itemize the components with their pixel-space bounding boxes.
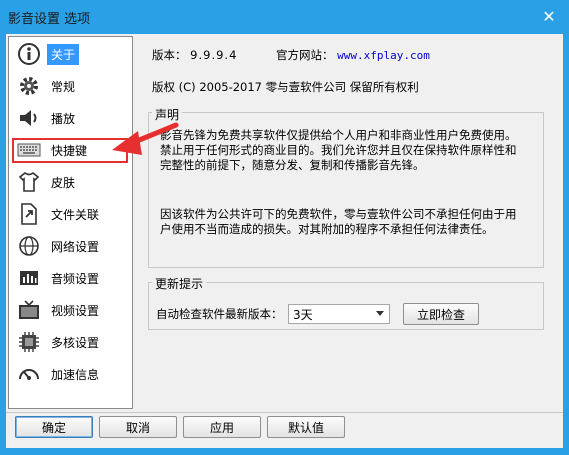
statement-line: 影音先锋为免费共享软件仅提供给个人用户和非商业性用户免费使用。 — [160, 128, 517, 142]
sidebar-item-about[interactable]: 关于 — [11, 39, 129, 69]
sidebar-item-playback[interactable]: 播放 — [11, 103, 129, 133]
speedometer-icon — [15, 360, 43, 388]
sidebar-item-label: 文件关联 — [51, 207, 100, 222]
title-bar[interactable]: 影音设置 选项 ✕ — [0, 0, 569, 34]
sidebar-item-multicore[interactable]: 多核设置 — [11, 327, 129, 357]
sidebar-item-label: 网络设置 — [51, 239, 100, 254]
sidebar-item-label: 多核设置 — [51, 335, 100, 350]
window-title: 影音设置 选项 — [8, 12, 91, 27]
close-icon[interactable]: ✕ — [541, 9, 557, 25]
annotation-highlight-box — [12, 138, 128, 163]
statement-line: 户使用不当而造成的损失。对其附加的程序不承担任何法律责任。 — [160, 222, 494, 236]
gear-icon — [15, 72, 43, 100]
sidebar-item-label: 音频设置 — [51, 271, 100, 286]
website-label: 官方网站： — [276, 48, 334, 62]
sidebar-item-general[interactable]: 常规 — [11, 71, 129, 101]
globe-icon — [15, 232, 43, 260]
sidebar-item-label: 视频设置 — [51, 303, 100, 318]
about-panel: 版本： 9.9.9.4 官方网站： www.xfplay.com 版权 (C) … — [138, 34, 563, 409]
cancel-button[interactable]: 取消 — [99, 416, 177, 438]
tv-icon — [15, 296, 43, 324]
chevron-down-icon — [376, 311, 384, 316]
website-link[interactable]: www.xfplay.com — [337, 49, 430, 62]
sidebar-item-network[interactable]: 网络设置 — [11, 231, 129, 261]
sidebar-item-skin[interactable]: 皮肤 — [11, 167, 129, 197]
file-link-icon — [15, 200, 43, 228]
client-area: 关于 常规 播放 快捷键 皮肤 文件关联 网络设置 音频设置 视频设置 多核设置… — [6, 34, 563, 448]
settings-window: 影音设置 选项 ✕ 关于 常规 播放 快捷键 皮肤 文件关联 网络设置 音频设置… — [0, 0, 569, 455]
website-row: 官方网站： www.xfplay.com — [276, 47, 430, 63]
sidebar-item-video[interactable]: 视频设置 — [11, 295, 129, 325]
sidebar-item-label: 皮肤 — [51, 175, 76, 190]
sidebar-item-file-association[interactable]: 文件关联 — [11, 199, 129, 229]
auto-check-select[interactable]: 3天 — [288, 304, 390, 324]
shirt-icon — [15, 168, 43, 196]
sidebar-item-label: 关于 — [47, 43, 80, 65]
sidebar-item-label: 播放 — [51, 111, 76, 126]
update-title: 更新提示 — [152, 275, 207, 292]
sidebar-item-label: 常规 — [51, 79, 76, 94]
statement-line: 因该软件为公共许可下的免费软件，零与壹软件公司不承担任何由于用 — [160, 207, 517, 221]
sidebar-item-audio[interactable]: 音频设置 — [11, 263, 129, 293]
audio-icon — [15, 264, 43, 292]
default-button[interactable]: 默认值 — [267, 416, 345, 438]
chip-icon — [15, 328, 43, 356]
check-now-button[interactable]: 立即检查 — [403, 303, 479, 325]
version-value: 9.9.9.4 — [190, 48, 238, 62]
info-icon — [15, 40, 43, 68]
statement-line: 禁止用于任何形式的商业目的。我们允许您并且仅在保持软件原样性和 — [160, 143, 517, 157]
auto-check-label: 自动检查软件最新版本： — [156, 307, 283, 321]
footer-divider — [6, 412, 563, 413]
statement-title: 声明 — [152, 106, 183, 123]
statement-line: 完整性的前提下，随意分发、复制和传播影音先锋。 — [160, 158, 425, 172]
sidebar: 关于 常规 播放 快捷键 皮肤 文件关联 网络设置 音频设置 视频设置 多核设置… — [8, 36, 133, 409]
ok-button[interactable]: 确定 — [15, 416, 93, 438]
sidebar-item-label: 加速信息 — [51, 367, 100, 382]
version-label: 版本： — [152, 48, 187, 62]
auto-check-value: 3天 — [293, 307, 313, 322]
sidebar-item-acceleration[interactable]: 加速信息 — [11, 359, 129, 389]
speaker-icon — [15, 104, 43, 132]
copyright-text: 版权 (C) 2005-2017 零与壹软件公司 保留所有权利 — [152, 80, 419, 94]
apply-button[interactable]: 应用 — [183, 416, 261, 438]
version-row: 版本： 9.9.9.4 — [152, 47, 237, 63]
